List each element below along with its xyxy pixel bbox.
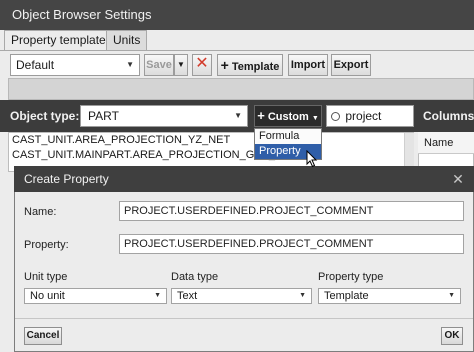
dialog-title: Create Property [14,166,474,192]
property-type-select[interactable]: Template ▼ [318,288,461,304]
object-type-select[interactable]: PART ▼ [80,105,248,127]
property-type-value: Template [324,290,369,302]
columns-label: Columns: [423,109,474,123]
custom-button[interactable]: + Custom ▼ [254,105,322,127]
tab-divider [0,50,474,51]
chevron-down-icon: ▼ [448,292,455,299]
unit-type-label: Unit type [24,271,68,283]
property-label: Property: [24,239,69,251]
template-bar-strip [8,78,474,100]
unit-type-select[interactable]: No unit ▼ [24,288,167,304]
window-title: Object Browser Settings [0,0,474,30]
list-item[interactable]: CAST_UNIT.AREA_PROJECTION_YZ_NET [9,133,413,148]
create-property-dialog [14,166,474,352]
tab-property-templates[interactable]: Property templates [4,30,119,51]
property-input[interactable]: PROJECT.USERDEFINED.PROJECT_COMMENT [119,234,464,254]
plus-icon: + [257,108,265,123]
add-template-button[interactable]: + Template [217,54,283,76]
chevron-down-icon: ▼ [154,292,161,299]
data-type-select[interactable]: Text ▼ [171,288,312,304]
plus-icon: + [220,57,229,73]
chevron-down-icon: ▼ [234,111,242,120]
import-button[interactable]: Import [288,54,328,76]
property-type-label: Property type [318,271,384,283]
data-type-label: Data type [171,271,219,283]
search-value: project [345,109,382,123]
data-type-value: Text [177,290,198,302]
chevron-down-icon: ▼ [177,60,185,69]
tab-units[interactable]: Units [106,30,148,50]
chevron-down-icon: ▼ [126,60,134,69]
save-button[interactable]: Save [144,54,174,76]
cancel-button[interactable]: Cancel [24,327,62,345]
add-template-label: Template [231,61,280,73]
name-input[interactable]: PROJECT.USERDEFINED.PROJECT_COMMENT [119,201,464,221]
x-icon: ✕ [195,55,209,72]
close-icon[interactable]: ✕ [450,170,466,188]
chevron-down-icon: ▼ [299,292,306,299]
custom-label: Custom [267,111,309,123]
save-options-button[interactable]: ▼ [174,54,188,76]
search-icon [331,112,340,121]
chevron-down-icon: ▼ [311,115,319,122]
ok-button[interactable]: OK [441,327,463,345]
template-select-value: Default [16,58,55,72]
name-label: Name: [24,206,57,218]
template-select[interactable]: Default ▼ [10,54,140,76]
columns-header-name[interactable]: Name [418,132,474,154]
dialog-divider [15,318,473,319]
menu-item-formula[interactable]: Formula [255,129,321,144]
search-input[interactable]: project [326,105,414,127]
export-button[interactable]: Export [331,54,371,76]
mouse-cursor-icon [306,150,318,168]
object-type-value: PART [88,109,119,123]
delete-button[interactable]: ✕ [192,54,212,76]
object-type-label: Object type: [10,109,80,123]
list-item[interactable]: CAST_UNIT.MAINPART.AREA_PROJECTION_GXY_G… [9,148,413,163]
unit-type-value: No unit [30,290,65,302]
